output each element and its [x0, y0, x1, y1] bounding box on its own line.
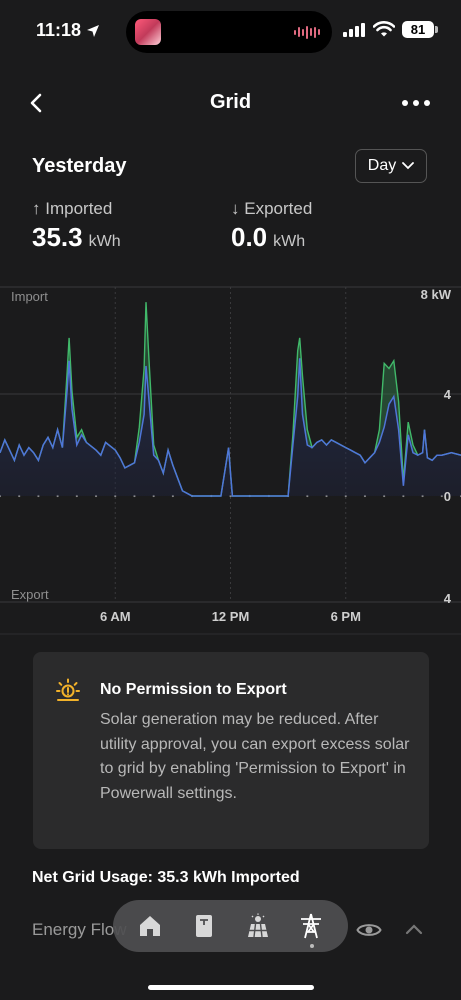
- net-grid-usage: Net Grid Usage: 35.3 kWh Imported: [32, 869, 300, 886]
- audio-waveform-icon: [294, 25, 320, 39]
- x-tick-label: 6 AM: [100, 609, 131, 624]
- notice-body: Solar generation may be reduced. After u…: [100, 711, 410, 802]
- range-selector-label: Day: [367, 157, 397, 174]
- page-title: Grid: [209, 91, 252, 113]
- more-options-icon[interactable]: [402, 100, 430, 106]
- chevron-down-icon: [402, 162, 415, 170]
- active-tab-indicator: [310, 944, 314, 948]
- battery-tip: [435, 26, 438, 33]
- sun-warning-icon: [56, 678, 80, 701]
- imported-label: Imported: [45, 199, 113, 218]
- range-selector-button[interactable]: Day: [355, 149, 427, 183]
- exported-stat: ↓ Exported 0.0 kWh: [231, 199, 312, 253]
- imported-stat: ↑ Imported 35.3 kWh: [32, 199, 121, 253]
- bottom-dock: [113, 900, 348, 952]
- solar-panel-icon[interactable]: [245, 913, 271, 939]
- grid-power-chart[interactable]: Import Export 8 kW 4 0 4 6 AM 12 PM 6 PM: [0, 283, 461, 635]
- home-indicator[interactable]: [148, 985, 314, 990]
- home-icon[interactable]: [137, 913, 163, 939]
- location-arrow-icon: [87, 25, 99, 37]
- import-arrow-icon: ↑: [32, 199, 41, 218]
- x-tick-label: 12 PM: [212, 609, 250, 624]
- chart-import-label: Import: [11, 289, 48, 304]
- export-arrow-icon: ↓: [231, 199, 240, 218]
- y-tick-label: 8 kW: [421, 287, 452, 302]
- notice-title: No Permission to Export: [100, 681, 287, 698]
- period-label: Yesterday: [32, 155, 127, 177]
- chart-export-label: Export: [11, 587, 49, 602]
- x-tick-label: 6 PM: [331, 609, 361, 624]
- eye-icon[interactable]: [356, 920, 382, 940]
- cellular-signal-icon: [343, 22, 365, 37]
- chevron-up-icon[interactable]: [404, 922, 424, 936]
- y-tick-label: 4: [444, 387, 452, 402]
- status-time: 11:18: [36, 20, 82, 40]
- grid-tower-icon[interactable]: [298, 913, 324, 939]
- imported-value: 35.3: [32, 222, 83, 252]
- imported-unit: kWh: [88, 233, 121, 250]
- powerwall-icon[interactable]: [191, 913, 217, 939]
- y-tick-label: 0: [444, 489, 451, 504]
- exported-unit: kWh: [273, 233, 306, 250]
- y-tick-label: 4: [444, 591, 452, 606]
- dynamic-island[interactable]: [126, 11, 332, 53]
- album-art-thumbnail: [135, 19, 161, 45]
- battery-indicator: 81: [402, 21, 434, 38]
- wifi-icon: [373, 21, 395, 37]
- exported-value: 0.0: [231, 222, 268, 252]
- exported-label: Exported: [244, 199, 313, 218]
